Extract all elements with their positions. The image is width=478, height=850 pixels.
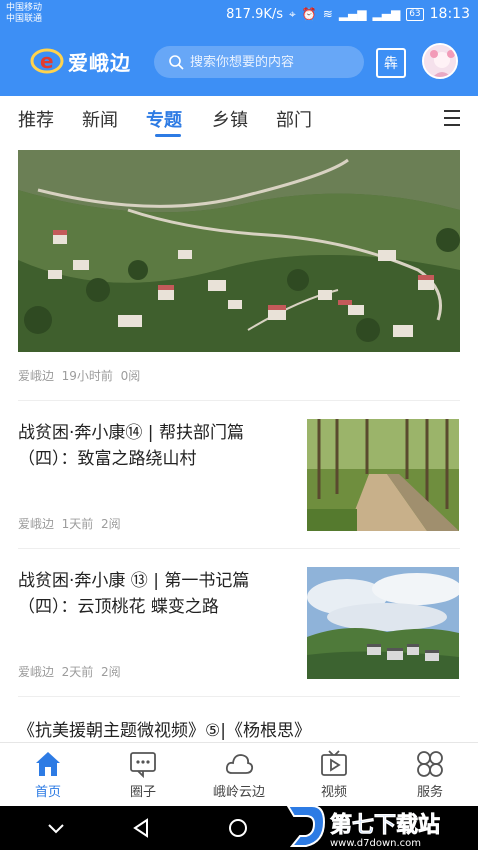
nav-home[interactable]: 首页: [13, 749, 83, 800]
location-icon: ⌖: [289, 6, 296, 21]
feed-item-3-thumbnail[interactable]: [307, 567, 459, 679]
feed-item-1-reads: 0阅: [120, 369, 141, 383]
feed-item-1-time: 19小时前: [61, 369, 113, 383]
menu-icon[interactable]: [444, 110, 460, 126]
nav-video[interactable]: 视频: [299, 749, 369, 800]
wifi-icon: ≋: [322, 7, 333, 21]
bottom-nav: 首页 圈子 峨岭云边 视频 服务: [0, 742, 478, 806]
nav-services-label: 服务: [416, 785, 443, 800]
status-right: 817.9K/s ⌖ ⏰ ≋ ▂▄▆ ▂▄▆ 63 18:13: [226, 6, 470, 22]
feed-item-2-thumbnail[interactable]: [307, 419, 459, 531]
search-box[interactable]: [154, 46, 364, 78]
nav-cloud-label: 峨岭云边: [212, 785, 265, 800]
feed-item-1-source: 爱峨边: [18, 369, 55, 383]
nav-cloud[interactable]: 峨岭云边: [204, 749, 274, 800]
svg-text:e: e: [40, 49, 54, 73]
avatar[interactable]: [422, 43, 458, 79]
chat-icon: [130, 752, 156, 779]
watermark-url: www.d7down.com: [330, 838, 421, 849]
nav-video-label: 视频: [320, 785, 347, 800]
watermark-text: 第七下载站: [330, 812, 440, 838]
signal-icon-2: ▂▄▆: [372, 7, 401, 21]
back-icon[interactable]: [131, 818, 151, 838]
site-watermark: 第七下载站 www.d7down.com: [284, 802, 478, 850]
app-screen: 中国移动 中国联通 817.9K/s ⌖ ⏰ ≋ ▂▄▆ ▂▄▆ 63 18:1…: [0, 0, 478, 850]
grid-flower-icon: [417, 751, 443, 777]
app-logo[interactable]: e 爱峨边: [30, 46, 131, 76]
news-feed: 爱峨边 19小时前 0阅 战贫困·奔小康⑭ | 帮扶部门篇（四）：致富之路绕山村…: [0, 142, 478, 742]
avatar-image: [424, 45, 456, 77]
feed-item-4-title[interactable]: 《抗美援朝主题微视频》⑤|《杨根思》: [18, 716, 311, 741]
home-icon: [36, 752, 60, 776]
divider: [18, 548, 460, 549]
logo-text: 爱峨边: [68, 50, 131, 75]
feed-item-2-meta: 爱峨边 1天前 2阅: [18, 515, 121, 532]
nav-circle[interactable]: 圈子: [108, 749, 178, 800]
tab-departments[interactable]: 部门: [276, 106, 312, 132]
tab-towns[interactable]: 乡镇: [212, 106, 248, 132]
logo-e-icon: e: [30, 48, 64, 74]
mountain-village-image: [18, 150, 460, 352]
clock: 18:13: [429, 6, 470, 22]
chevron-down-icon[interactable]: [46, 818, 66, 838]
calendar-button[interactable]: 犇: [376, 48, 406, 78]
search-icon: [169, 55, 184, 70]
feed-item-2-source: 爱峨边: [18, 517, 55, 531]
carrier-1: 中国移动: [6, 3, 43, 13]
feed-item-3-title[interactable]: 战贫困·奔小康 ⑬ | 第一书记篇（四）：云顶桃花 蝶变之路: [18, 568, 288, 620]
battery-level: 63: [406, 7, 424, 21]
active-tab-indicator: [155, 134, 181, 137]
home-circle-icon[interactable]: [228, 818, 248, 838]
feed-item-2-reads: 2阅: [100, 517, 121, 531]
nav-home-label: 首页: [34, 785, 61, 800]
cloudy-village-image: [307, 567, 459, 679]
nav-services[interactable]: 服务: [395, 749, 465, 800]
alarm-icon: ⏰: [301, 7, 317, 21]
network-speed: 817.9K/s: [226, 6, 284, 22]
d7down-logo-icon: 第七下载站 www.d7down.com: [286, 805, 440, 849]
feed-item-3-source: 爱峨边: [18, 665, 55, 679]
feed-item-2-time: 1天前: [61, 517, 94, 531]
feed-item-3-reads: 2阅: [100, 665, 121, 679]
feed-item-2-title[interactable]: 战贫困·奔小康⑭ | 帮扶部门篇（四）：致富之路绕山村: [18, 420, 288, 472]
carrier-info: 中国移动 中国联通: [6, 3, 42, 25]
signal-icon: ▂▄▆: [338, 7, 367, 21]
feed-item-3-meta: 爱峨边 2天前 2阅: [18, 663, 121, 680]
carrier-2: 中国联通: [6, 14, 43, 24]
top-bar: 中国移动 中国联通 817.9K/s ⌖ ⏰ ≋ ▂▄▆ ▂▄▆ 63 18:1…: [0, 0, 478, 96]
divider: [18, 400, 460, 401]
category-tabs: 推荐 新闻 专题 乡镇 部门: [0, 96, 478, 142]
search-input[interactable]: [190, 54, 360, 70]
feed-item-1-image[interactable]: [18, 150, 460, 352]
cloud-icon: [225, 754, 254, 774]
tab-recommend[interactable]: 推荐: [18, 106, 54, 132]
video-icon: [321, 750, 347, 776]
forest-path-image: [307, 419, 459, 531]
tab-news[interactable]: 新闻: [82, 106, 118, 132]
feed-item-3-time: 2天前: [61, 665, 94, 679]
app-header: e 爱峨边 犇: [0, 32, 478, 92]
status-bar: 中国移动 中国联通 817.9K/s ⌖ ⏰ ≋ ▂▄▆ ▂▄▆ 63 18:1…: [0, 0, 478, 30]
tab-topics[interactable]: 专题: [146, 106, 182, 132]
nav-circle-label: 圈子: [129, 785, 156, 800]
feed-item-1-meta: 爱峨边 19小时前 0阅: [18, 367, 140, 384]
divider: [18, 696, 460, 697]
calendar-icon-label: 犇: [384, 56, 398, 72]
